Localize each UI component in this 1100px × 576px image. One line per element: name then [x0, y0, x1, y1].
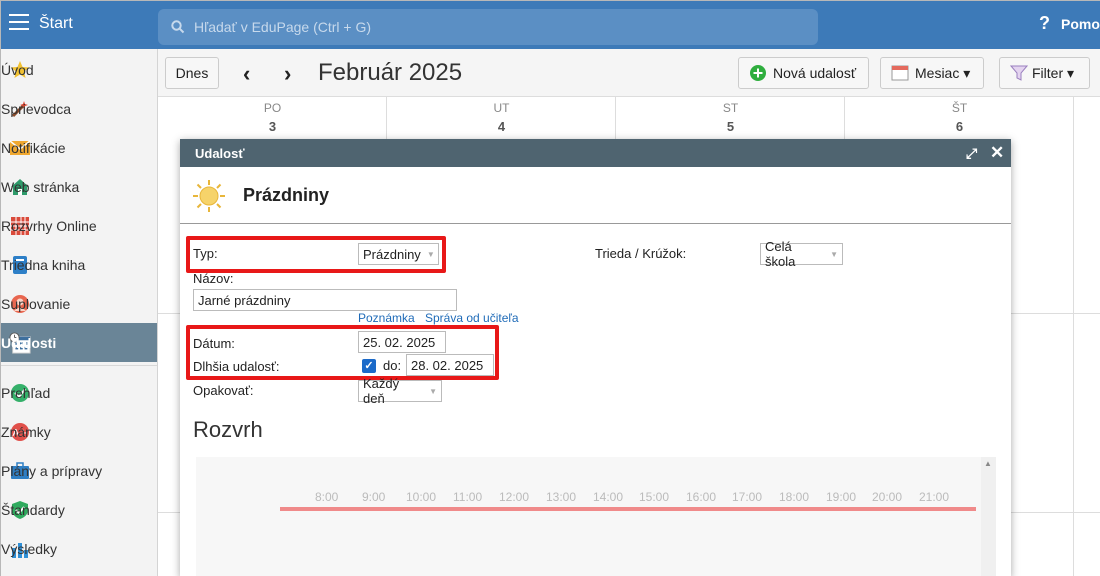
- prev-month-icon[interactable]: ‹: [243, 61, 250, 87]
- class-select[interactable]: Celá škola ▼: [760, 239, 843, 269]
- name-input[interactable]: [193, 289, 457, 311]
- chevron-down-icon: ▼: [830, 249, 838, 259]
- repeat-label: Opakovať:: [193, 383, 254, 398]
- class-label: Trieda / Krúžok:: [595, 246, 687, 261]
- hour-label: 14:00: [593, 490, 624, 504]
- sidebar-item-udalosti[interactable]: Udalosti: [1, 323, 157, 362]
- calendar-icon: [891, 65, 909, 81]
- hour-label: 8:00: [315, 490, 339, 504]
- day-name: ŠT: [951, 101, 968, 115]
- sun-icon: [193, 180, 225, 212]
- hour-label: 18:00: [779, 490, 810, 504]
- teacher-message-link[interactable]: Správa od učiteľa: [425, 311, 519, 325]
- hour-label: 9:00: [362, 490, 386, 504]
- hour-label: 16:00: [686, 490, 717, 504]
- dialog-header: Udalosť ⤢ ✕: [180, 139, 1011, 167]
- repeat-select[interactable]: Každý deň ▼: [358, 376, 442, 406]
- event-dialog: Udalosť ⤢ ✕ Prázdniny Typ: Prázdniny ▼ Tr…: [180, 139, 1011, 576]
- sidebar-item-label: Prehľad: [1, 384, 51, 401]
- search-box[interactable]: [158, 9, 818, 45]
- hour-label: 20:00: [872, 490, 903, 504]
- highlight-type-box: [186, 236, 446, 273]
- chevron-down-icon: ▼: [429, 386, 437, 396]
- day-number: 5: [726, 119, 735, 134]
- sidebar-item-prehlad[interactable]: Prehľad: [1, 373, 157, 412]
- new-event-button[interactable]: Nová udalosť: [738, 57, 869, 89]
- sidebar-item-label: Známky: [1, 423, 51, 440]
- sidebar-item-label: Úvod: [1, 61, 34, 78]
- sidebar-item-label: Plány a prípravy: [1, 462, 103, 479]
- new-event-label: Nová udalosť: [773, 65, 857, 81]
- hamburger-menu-icon[interactable]: [9, 14, 29, 34]
- day-number: 3: [268, 119, 277, 134]
- start-label[interactable]: Štart: [39, 15, 73, 33]
- sidebar-item-znamky[interactable]: A+ Známky: [1, 412, 157, 451]
- schedule-bar: [280, 507, 976, 511]
- hour-label: 15:00: [639, 490, 670, 504]
- timeline-scrollbar[interactable]: ▲: [981, 457, 996, 576]
- dialog-title: Udalosť: [195, 146, 245, 161]
- day-name: UT: [493, 101, 510, 115]
- sidebar-item-label: Sprievodca: [1, 100, 72, 117]
- sidebar-item-web[interactable]: Web stránka: [1, 167, 157, 206]
- sidebar-item-label: Suplovanie: [1, 295, 71, 312]
- sidebar: Úvod Sprievodca Notifikácie Web stránka …: [1, 49, 158, 576]
- close-icon[interactable]: ✕: [990, 143, 1004, 163]
- sidebar-item-label: Výsledky: [1, 540, 58, 557]
- day-name: ST: [722, 101, 739, 115]
- search-input[interactable]: [194, 17, 694, 37]
- filter-button[interactable]: Filter ▾: [999, 57, 1090, 89]
- hour-label: 21:00: [919, 490, 950, 504]
- sidebar-item-triedna-kniha[interactable]: Triedna kniha: [1, 245, 157, 284]
- day-number: 4: [497, 119, 506, 134]
- sidebar-item-sprievodca[interactable]: Sprievodca: [1, 89, 157, 128]
- sidebar-item-rozvrhy[interactable]: Rozvrhy Online: [1, 206, 157, 245]
- day-number: 6: [955, 119, 964, 134]
- view-label: Mesiac ▾: [915, 64, 971, 81]
- help-icon[interactable]: ?: [1039, 13, 1050, 34]
- sidebar-item-uvod[interactable]: Úvod: [1, 50, 157, 89]
- sidebar-item-standardy[interactable]: Štandardy: [1, 490, 157, 529]
- sidebar-item-vysledky[interactable]: Výsledky: [1, 529, 157, 568]
- sidebar-item-label: Rozvrhy Online: [1, 217, 97, 234]
- highlight-date-box: [186, 325, 499, 380]
- hour-label: 10:00: [406, 490, 437, 504]
- sidebar-item-suplovanie[interactable]: Suplovanie: [1, 284, 157, 323]
- repeat-value: Každý deň: [363, 376, 400, 406]
- calendar-toolbar: Dnes ‹ › Február 2025 Nová udalosť Mesia…: [158, 49, 1100, 97]
- scroll-up-icon[interactable]: ▲: [984, 459, 992, 468]
- day-name: PO: [263, 101, 282, 115]
- class-value: Celá škola: [765, 239, 796, 269]
- sidebar-item-notifikacie[interactable]: Notifikácie: [1, 128, 157, 167]
- hour-label: 19:00: [826, 490, 857, 504]
- help-label[interactable]: Pomoc: [1061, 16, 1100, 32]
- search-icon: [171, 20, 185, 34]
- dialog-divider: [180, 223, 1011, 224]
- today-button[interactable]: Dnes: [165, 57, 219, 89]
- sidebar-item-label: Triedna kniha: [1, 256, 86, 273]
- hour-label: 17:00: [732, 490, 763, 504]
- sidebar-item-label: Štandardy: [1, 501, 65, 518]
- sidebar-item-label: Notifikácie: [1, 139, 66, 156]
- filter-label: Filter ▾: [1032, 64, 1075, 81]
- view-select-button[interactable]: Mesiac ▾: [880, 57, 984, 89]
- note-link[interactable]: Poznámka: [358, 311, 415, 325]
- sidebar-item-label: Web stránka: [1, 178, 80, 195]
- hour-label: 11:00: [453, 490, 483, 504]
- name-label: Názov:: [193, 271, 234, 286]
- schedule-title: Rozvrh: [193, 417, 263, 442]
- next-month-icon[interactable]: ›: [284, 61, 291, 87]
- plus-circle-icon: [750, 65, 766, 81]
- filter-icon: [1010, 65, 1028, 81]
- top-bar: Štart ? Pomoc: [1, 1, 1100, 49]
- schedule-timeline[interactable]: 8:00 9:00 10:00 11:00 12:00 13:00 14:00 …: [196, 457, 996, 576]
- hour-label: 13:00: [546, 490, 577, 504]
- expand-icon[interactable]: ⤢: [966, 145, 977, 162]
- month-title: Február 2025: [318, 59, 463, 86]
- sidebar-divider: [1, 365, 157, 366]
- hour-label: 12:00: [499, 490, 530, 504]
- sidebar-item-plany[interactable]: Plány a prípravy: [1, 451, 157, 490]
- sidebar-item-label: Udalosti: [1, 334, 57, 351]
- event-title: Prázdniny: [243, 185, 330, 205]
